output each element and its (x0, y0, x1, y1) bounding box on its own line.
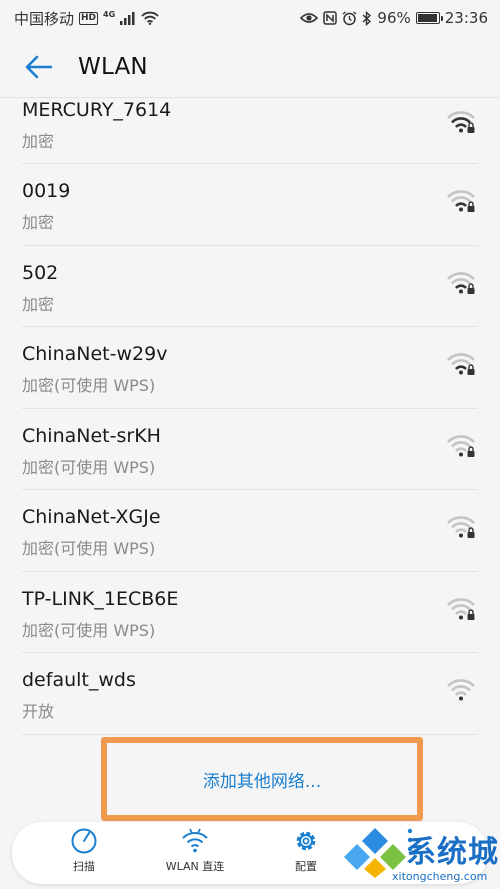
wifi-locked-icon (447, 111, 475, 133)
network-security: 加密(可使用 WPS) (22, 376, 156, 395)
network-ssid: default_wds (22, 669, 136, 691)
wifi-locked-icon (447, 271, 475, 294)
wifi-locked-icon (447, 353, 475, 375)
network-item[interactable]: TP-LINK_1ECB6E 加密(可使用 WPS) (22, 572, 478, 653)
eye-comfort-icon (300, 12, 319, 24)
network-item[interactable]: ChinaNet-XGJe 加密(可使用 WPS) (22, 490, 478, 572)
network-ssid: 502 (22, 261, 59, 284)
page-title: WLAN (78, 53, 148, 80)
network-security: 加密 (22, 132, 55, 151)
network-ssid: MERCURY_7614 (22, 99, 172, 121)
wlan-direct-icon (180, 826, 210, 856)
status-right: 96% 23:36 (300, 9, 488, 27)
arrow-left-icon (25, 55, 53, 78)
scan-icon (69, 826, 99, 856)
network-ssid: ChinaNet-XGJe (22, 506, 161, 528)
app-bar: WLAN (0, 36, 500, 98)
scan-label: 扫描 (73, 860, 95, 873)
config-button[interactable]: 配置 (266, 826, 346, 874)
gear-icon (291, 826, 321, 856)
network-item[interactable]: default_wds 开放 (22, 653, 478, 735)
bluetooth-icon (362, 10, 372, 26)
network-ssid: 0019 (22, 180, 71, 202)
network-item[interactable]: ChinaNet-srKH 加密(可使用 WPS) (22, 409, 478, 490)
wifi-locked-icon (447, 434, 475, 457)
more-button[interactable] (390, 826, 430, 856)
network-ssid: ChinaNet-srKH (22, 424, 161, 447)
bottom-toolbar: 扫描 WLAN 直连 配置 (12, 822, 488, 884)
wifi-locked-icon (447, 190, 475, 212)
alarm-icon (342, 10, 357, 26)
wlan-direct-button[interactable]: WLAN 直连 (155, 826, 235, 874)
network-security: 开放 (22, 702, 55, 721)
network-type: 4G (103, 9, 116, 19)
network-list[interactable]: MERCURY_7614 加密 0019 加密 502 加密 ChinaNet-… (0, 98, 500, 738)
wifi-locked-icon (447, 516, 475, 538)
hd-badge: HD (79, 11, 99, 25)
carrier-name: 中国移动 (14, 9, 75, 28)
add-network-button[interactable]: 添加其他网络... (203, 767, 321, 792)
battery-icon (415, 12, 443, 24)
wifi-locked-icon (447, 597, 475, 620)
wifi-open-icon (447, 679, 475, 701)
network-security: 加密 (22, 213, 55, 232)
battery-percent: 96% (377, 9, 411, 27)
back-button[interactable] (22, 50, 56, 84)
status-left: 中国移动 HD 4G (14, 8, 159, 29)
network-security: 加密(可使用 WPS) (22, 539, 156, 558)
status-bar: 中国移动 HD 4G 96% 23:36 (0, 0, 500, 36)
network-security: 加密 (22, 294, 55, 314)
network-item[interactable]: MERCURY_7614 加密 (22, 98, 478, 164)
nfc-icon (323, 11, 338, 25)
network-item[interactable]: 502 加密 (22, 246, 478, 327)
more-vertical-icon (395, 826, 425, 856)
clock: 23:36 (444, 9, 488, 27)
add-network-highlight: 添加其他网络... (101, 737, 423, 821)
scan-button[interactable]: 扫描 (44, 826, 124, 874)
network-security: 加密(可使用 WPS) (22, 620, 156, 640)
network-item[interactable]: 0019 加密 (22, 164, 478, 246)
cell-signal-icon (120, 11, 136, 25)
wlan-direct-label: WLAN 直连 (165, 860, 225, 873)
config-label: 配置 (295, 860, 317, 873)
network-ssid: TP-LINK_1ECB6E (22, 587, 179, 610)
network-security: 加密(可使用 WPS) (22, 457, 156, 477)
wifi-status-icon (141, 11, 159, 25)
network-ssid: ChinaNet-w29v (22, 343, 168, 365)
network-item[interactable]: ChinaNet-w29v 加密(可使用 WPS) (22, 327, 478, 409)
